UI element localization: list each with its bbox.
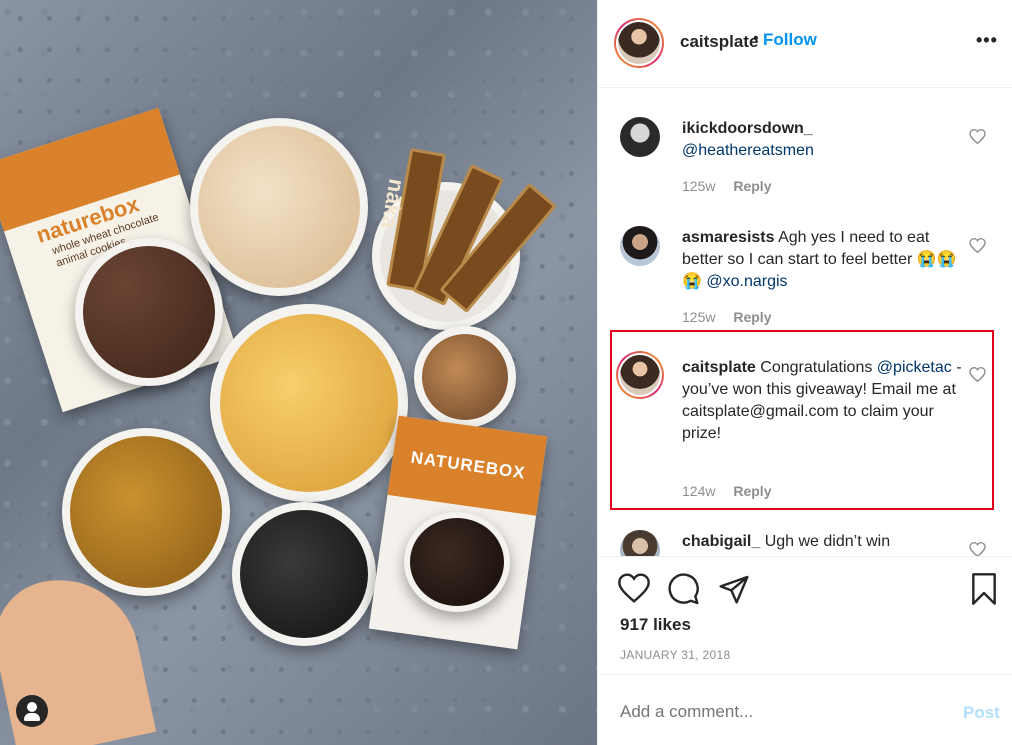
post-date: JANUARY 31, 2018 [620, 648, 731, 662]
share-paper-plane-icon[interactable] [718, 573, 750, 605]
comment-mention[interactable]: @heathereatsmen [682, 142, 814, 159]
commenter-avatar[interactable] [620, 117, 660, 157]
post-actions: 917 likes JANUARY 31, 2018 [598, 556, 1012, 674]
comment-username[interactable]: caitsplate [682, 359, 756, 376]
cheese-snack-bowl [210, 304, 408, 502]
comment-text: Congratulations [760, 359, 873, 376]
comment-bubble-icon[interactable] [668, 573, 700, 605]
comment-age: 125w [682, 178, 716, 194]
post-header: caitsplate • Follow ••• [598, 0, 1012, 88]
comment-age: 124w [682, 483, 716, 499]
comment-username[interactable]: ikickdoorsdown_ [682, 120, 813, 137]
chocolate-beans-bowl [232, 502, 376, 646]
like-comment-icon[interactable] [969, 238, 986, 253]
reply-button[interactable]: Reply [733, 178, 771, 194]
comment-age: 125w [682, 309, 716, 325]
post-photo[interactable]: naturebox whole wheat chocolate animal c… [0, 0, 597, 745]
follow-button[interactable]: Follow [763, 30, 817, 50]
author-avatar[interactable] [614, 18, 664, 68]
like-heart-icon[interactable] [618, 573, 650, 603]
comments-list[interactable]: ikickdoorsdown_ @heathereatsmen 125w Rep… [598, 89, 1012, 556]
post-comment-button[interactable]: Post [963, 703, 1000, 723]
commenter-avatar[interactable] [616, 351, 664, 399]
comment-mention[interactable]: @picketac [877, 359, 952, 376]
add-comment-bar: Post [598, 674, 1012, 745]
pretzel-bites-bowl [62, 428, 230, 596]
comment-mention[interactable]: @xo.nargis [706, 273, 787, 290]
like-comment-icon[interactable] [969, 542, 986, 556]
save-bookmark-icon[interactable] [970, 573, 998, 605]
comment-username[interactable]: asmaresists [682, 229, 775, 246]
comment-text: Ugh we didn’t win [764, 533, 891, 550]
reply-button[interactable]: Reply [733, 309, 771, 325]
comment-username[interactable]: chabigail_ [682, 533, 760, 550]
reply-button[interactable]: Reply [733, 483, 771, 499]
add-comment-input[interactable] [620, 702, 920, 722]
chocolate-clusters-bowl [404, 512, 510, 612]
like-comment-icon[interactable] [969, 129, 986, 144]
commenter-avatar[interactable] [620, 226, 660, 266]
commenter-avatar[interactable] [620, 530, 660, 556]
animal-cookies-bowl [75, 238, 223, 386]
tagged-users-icon[interactable] [16, 695, 48, 727]
follow-separator: • [753, 30, 759, 47]
post-sidebar: caitsplate • Follow ••• ikickdoorsdown_ … [597, 0, 1012, 745]
apple-chips-bowl [190, 118, 368, 296]
cookie-bites-bowl [414, 326, 516, 428]
author-username[interactable]: caitsplate [680, 32, 758, 52]
likes-count[interactable]: 917 likes [620, 615, 691, 635]
more-options-icon[interactable]: ••• [976, 30, 998, 51]
like-comment-icon[interactable] [969, 367, 986, 382]
